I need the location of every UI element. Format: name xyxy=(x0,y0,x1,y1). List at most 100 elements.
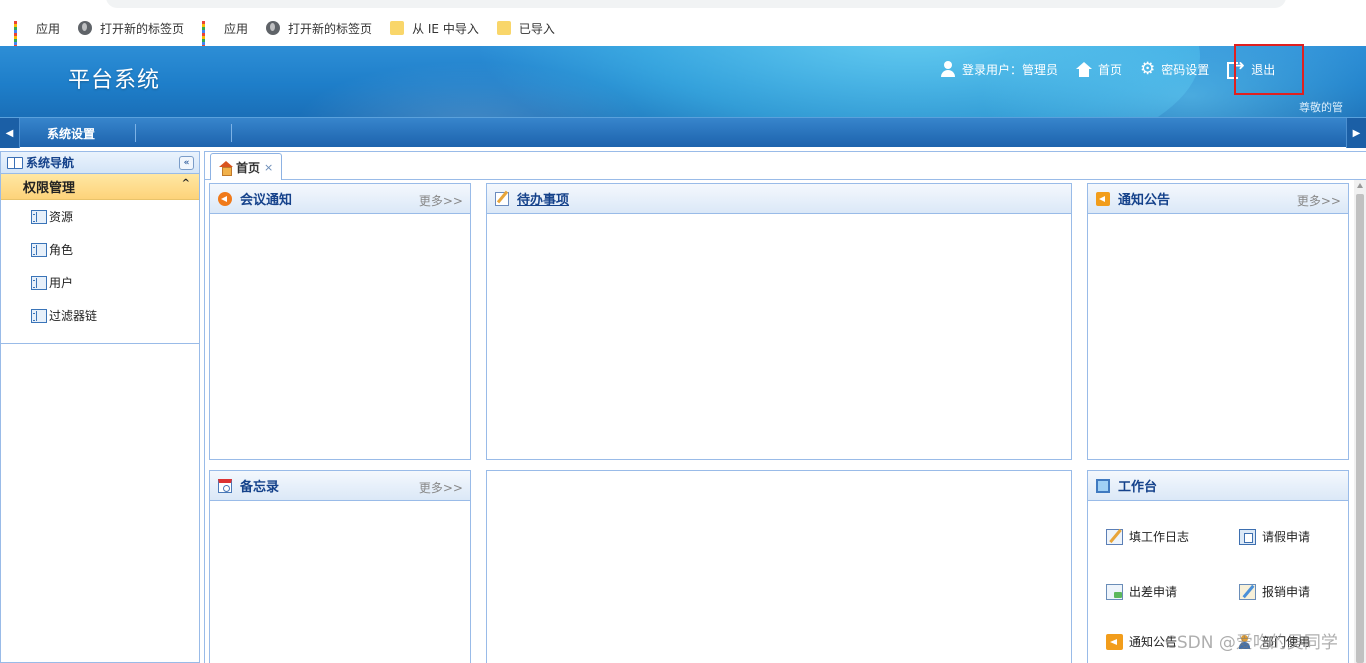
collapse-sidebar-button[interactable]: « xyxy=(179,156,194,170)
panel-title: 备忘录 xyxy=(240,480,280,495)
sidebar-item-label: 资源 xyxy=(49,210,74,224)
current-user: 登录用户：管理员 xyxy=(940,61,1058,78)
panel-title: 会议通知 xyxy=(240,193,293,208)
more-link[interactable]: 更多>> xyxy=(1297,192,1341,209)
list-icon xyxy=(31,308,47,323)
menu-item-system-settings[interactable]: 系统设置 xyxy=(20,118,122,148)
globe-icon xyxy=(266,21,281,35)
trip-icon xyxy=(1106,583,1123,600)
panel-title-link[interactable]: 待办事项 xyxy=(517,189,569,208)
app-header: 平台系统 登录用户：管理员 首页 ⚙ 密码设置 退出 尊敬的管 xyxy=(0,46,1366,117)
megaphone-icon xyxy=(1106,633,1123,650)
sidebar-item-label: 过滤器链 xyxy=(49,309,98,323)
omnibox[interactable] xyxy=(106,0,1286,8)
list-icon xyxy=(31,242,47,257)
home-icon xyxy=(1076,61,1093,77)
folder-icon xyxy=(496,21,511,35)
apps-icon xyxy=(14,21,28,48)
bookmark-folder-ie[interactable]: 从 IE 中导入 xyxy=(390,20,479,37)
panel-blank xyxy=(486,470,1072,663)
book-icon xyxy=(7,156,23,169)
menu-scroll-right[interactable]: ▶ xyxy=(1346,118,1366,148)
panel-meeting-notice: 会议通知 更多>> xyxy=(209,183,471,460)
document-icon xyxy=(1239,528,1256,545)
bookmark-label: 应用 xyxy=(224,21,249,36)
panel-announcements: 通知公告 更多>> xyxy=(1087,183,1349,460)
password-settings-label: 密码设置 xyxy=(1161,62,1210,77)
folder-icon xyxy=(390,21,405,35)
bookmark-new-tab[interactable]: 打开新的标签页 xyxy=(266,20,372,37)
sidebar-title: 系统导航 xyxy=(26,156,75,170)
user-icon xyxy=(940,61,956,77)
welcome-text: 尊敬的管 xyxy=(1299,101,1343,114)
bookmark-new-tab[interactable]: 打开新的标签页 xyxy=(78,20,184,37)
sidebar-group-permissions[interactable]: 权限管理 ^ xyxy=(1,174,199,200)
speaker-icon xyxy=(218,191,232,206)
edit-icon xyxy=(495,191,509,206)
bookmark-apps[interactable]: 应用 xyxy=(14,20,61,48)
password-settings-link[interactable]: ⚙ 密码设置 xyxy=(1140,61,1209,78)
sidebar-header: 系统导航 « xyxy=(1,152,199,174)
sidebar-divider xyxy=(1,343,199,344)
house-icon xyxy=(219,160,233,176)
workbench-reimbursement[interactable]: 报销申请 xyxy=(1239,583,1310,600)
bookmark-label: 已导入 xyxy=(518,21,555,36)
workbench-fill-log[interactable]: 填工作日志 xyxy=(1106,528,1189,545)
tab-strip: 首页 × xyxy=(204,151,1366,180)
menu-separator xyxy=(135,124,136,142)
bookmark-folder-imported[interactable]: 已导入 xyxy=(496,20,555,37)
bookmark-label: 打开新的标签页 xyxy=(100,21,185,36)
panel-header: 备忘录 更多>> xyxy=(210,471,470,501)
browser-chrome: 应用 打开新的标签页 应用 打开新的标签页 从 IE 中导入 已导入 xyxy=(0,0,1366,48)
panel-todo: 待办事项 xyxy=(486,183,1072,460)
workbench-item-label: 填工作日志 xyxy=(1129,530,1190,544)
sidebar-item-users[interactable]: 用户 xyxy=(1,266,199,299)
more-link[interactable]: 更多>> xyxy=(419,479,463,496)
scroll-thumb[interactable] xyxy=(1356,194,1364,663)
edit-icon xyxy=(1106,528,1123,545)
bookmark-label: 从 IE 中导入 xyxy=(412,21,479,36)
home-link[interactable]: 首页 xyxy=(1076,61,1122,78)
list-icon xyxy=(31,209,47,224)
vertical-scrollbar[interactable] xyxy=(1354,180,1366,663)
address-bar-strip xyxy=(0,0,1366,9)
sidebar: 系统导航 « 权限管理 ^ 资源 角色 用户 过滤器链 xyxy=(0,151,200,663)
panel-title: 工作台 xyxy=(1118,480,1158,495)
sidebar-item-label: 用户 xyxy=(49,276,74,290)
receipt-icon xyxy=(1239,583,1256,600)
apps-icon xyxy=(202,21,216,48)
current-user-label: 登录用户：管理员 xyxy=(962,62,1059,77)
close-tab-icon[interactable]: × xyxy=(264,161,273,174)
bookmarks-bar: 应用 打开新的标签页 应用 打开新的标签页 从 IE 中导入 已导入 xyxy=(0,16,559,48)
scroll-up-arrow-icon[interactable] xyxy=(1357,183,1363,188)
panel-memo: 备忘录 更多>> xyxy=(209,470,471,663)
tab-home[interactable]: 首页 × xyxy=(210,153,282,180)
calendar-icon xyxy=(218,478,232,493)
sidebar-item-label: 角色 xyxy=(49,243,74,257)
workbench-trip-request[interactable]: 出差申请 xyxy=(1106,583,1177,600)
workbench-item-label: 请假申请 xyxy=(1262,530,1311,544)
monitor-icon xyxy=(1096,478,1110,493)
panel-header: 会议通知 更多>> xyxy=(210,184,470,214)
home-link-label: 首页 xyxy=(1098,62,1123,77)
megaphone-icon xyxy=(1096,191,1110,206)
watermark: CSDN @爱吃的吴同学 xyxy=(1165,633,1338,653)
bookmark-label: 应用 xyxy=(36,21,61,36)
top-menubar: ◀ 系统设置 ▶ xyxy=(0,117,1366,148)
sidebar-item-resources[interactable]: 资源 xyxy=(1,200,199,233)
sidebar-item-roles[interactable]: 角色 xyxy=(1,233,199,266)
sidebar-item-filter-chain[interactable]: 过滤器链 xyxy=(1,299,199,332)
logout-highlight-box xyxy=(1234,44,1304,95)
workbench-leave-request[interactable]: 请假申请 xyxy=(1239,528,1310,545)
more-link[interactable]: 更多>> xyxy=(419,192,463,209)
panel-header: 通知公告 更多>> xyxy=(1088,184,1348,214)
list-icon xyxy=(31,275,47,290)
panel-header: 工作台 xyxy=(1088,471,1348,501)
sidebar-group-label: 权限管理 xyxy=(23,181,76,196)
menu-scroll-left[interactable]: ◀ xyxy=(0,118,20,148)
chevron-up-icon: ^ xyxy=(181,178,190,189)
app-title: 平台系统 xyxy=(68,68,161,93)
bookmark-label: 打开新的标签页 xyxy=(288,21,373,36)
gear-icon: ⚙ xyxy=(1140,59,1156,79)
bookmark-apps[interactable]: 应用 xyxy=(202,20,249,48)
